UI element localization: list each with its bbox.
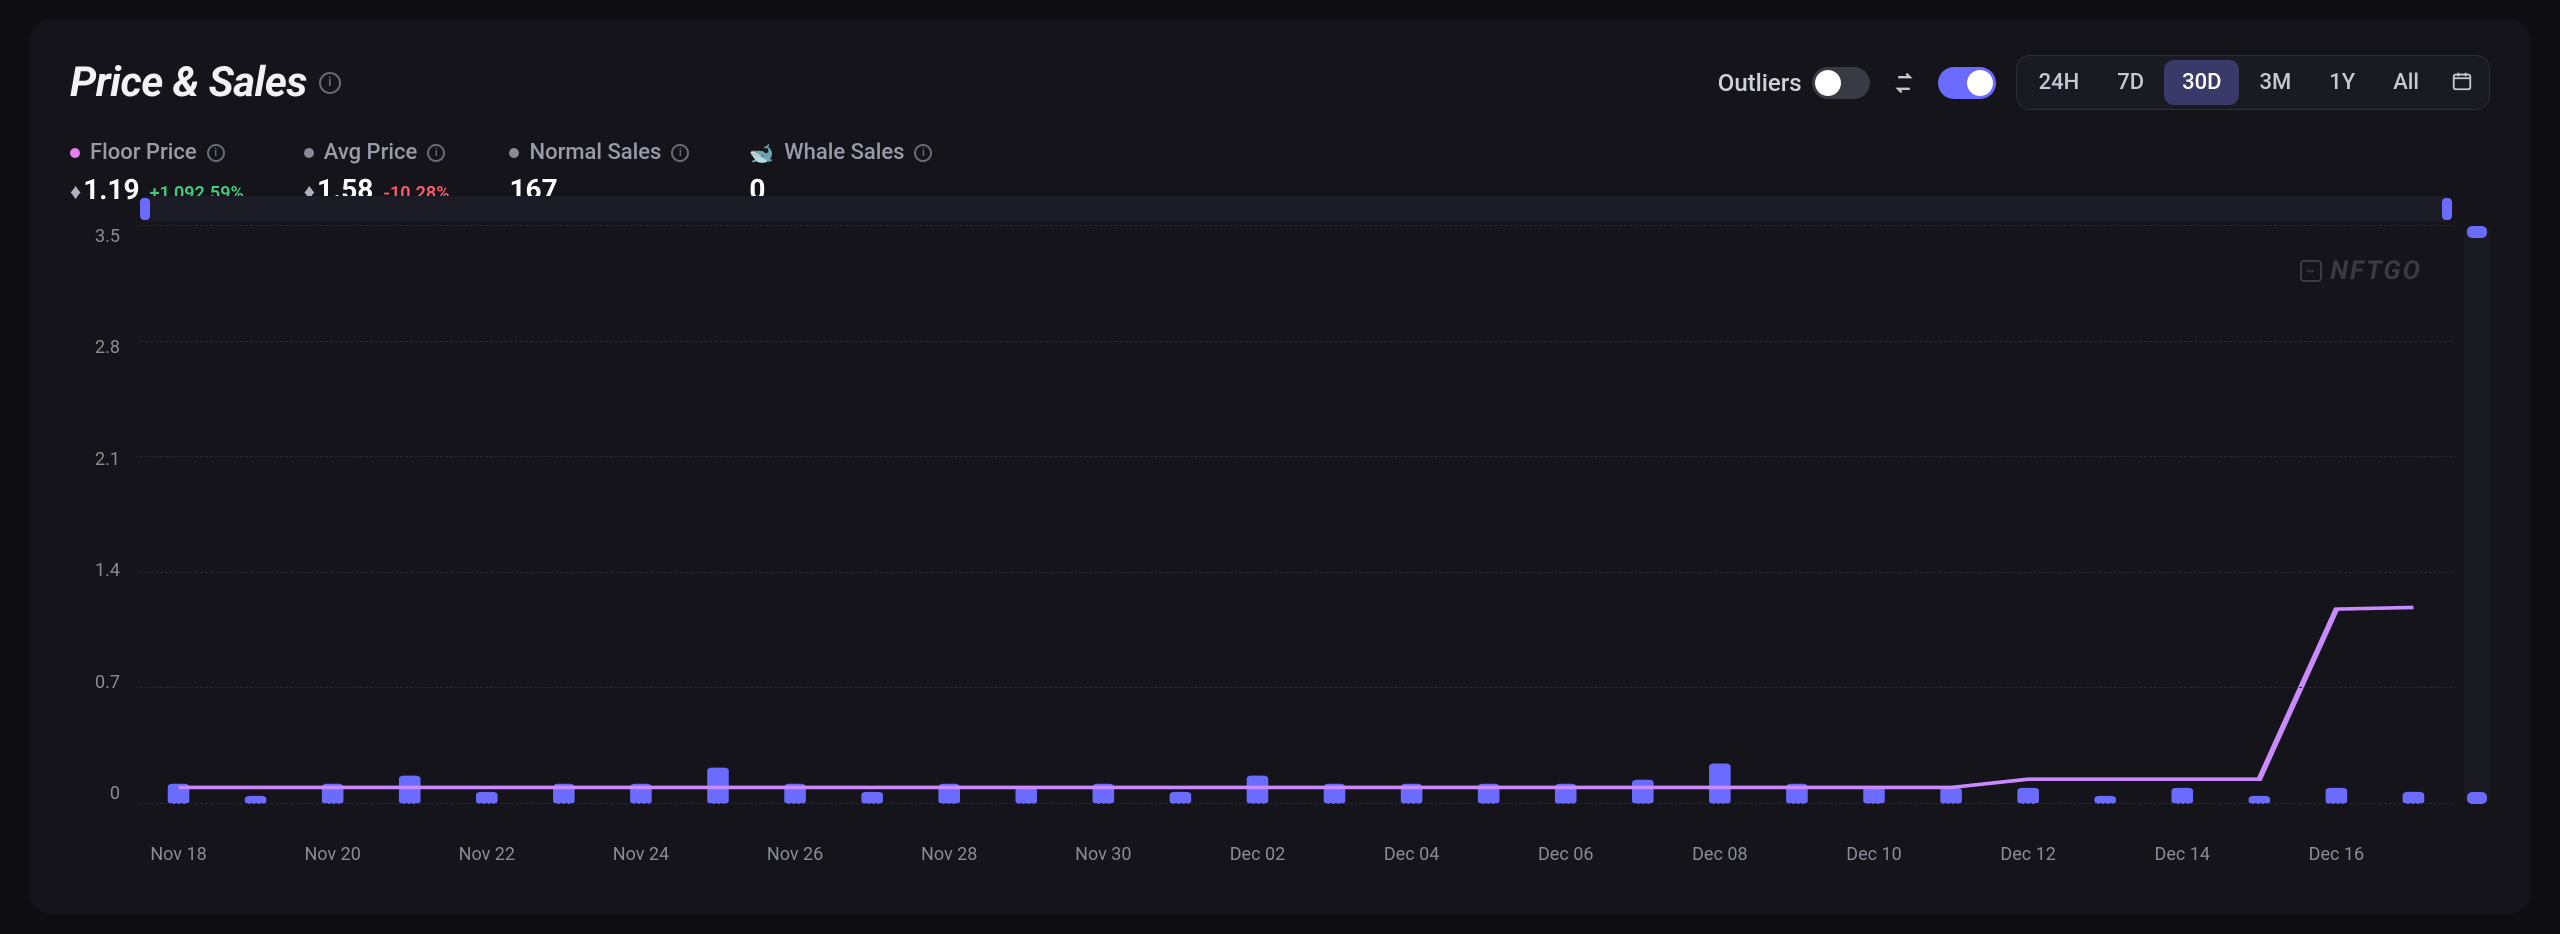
x-tick: Nov 28	[921, 844, 977, 865]
range-all[interactable]: All	[2375, 60, 2437, 105]
y-tick: 0.7	[95, 672, 120, 693]
whale-icon: 🐋	[749, 141, 774, 165]
watermark-text: NFTGO	[2330, 256, 2422, 286]
x-tick: Nov 20	[304, 844, 360, 865]
vscroll-thumb-top[interactable]	[2467, 226, 2487, 238]
x-tick: Nov 26	[767, 844, 823, 865]
range-24h[interactable]: 24H	[2021, 60, 2098, 105]
watermark-icon: ~	[2300, 260, 2322, 282]
panel-header: Price & Sales i Outliers 24H 7D 30D 3M 1…	[70, 55, 2490, 110]
panel-controls: Outliers 24H 7D 30D 3M 1Y All	[1718, 55, 2490, 110]
avg-price-dot-icon	[304, 148, 314, 158]
watermark: ~ NFTGO	[2300, 256, 2422, 286]
y-tick: 2.1	[95, 449, 120, 470]
x-tick: Nov 18	[150, 844, 206, 865]
info-icon[interactable]: i	[319, 72, 341, 94]
y-tick: 0	[110, 783, 120, 804]
x-tick: Dec 12	[2000, 844, 2055, 865]
outliers-label: Outliers	[1718, 69, 1802, 97]
outliers-toggle[interactable]	[1812, 67, 1870, 99]
time-scrollbar[interactable]	[140, 196, 2452, 222]
calendar-icon[interactable]	[2439, 62, 2485, 104]
range-1y[interactable]: 1Y	[2311, 60, 2373, 105]
floor-price-value: 1.19	[83, 173, 139, 206]
eth-icon: ♦	[70, 180, 81, 205]
floor-price-dot-icon	[70, 148, 80, 158]
chart-mode-toggle[interactable]	[1938, 67, 1996, 99]
chart-plot[interactable]: ~ NFTGO	[140, 226, 2452, 804]
x-tick: Dec 14	[2155, 844, 2210, 865]
vscroll-thumb-bottom[interactable]	[2467, 792, 2487, 804]
y-tick: 2.8	[95, 337, 120, 358]
panel-title: Price & Sales	[70, 58, 307, 107]
x-tick: Nov 24	[613, 844, 669, 865]
chart-area: 3.5 2.8 2.1 1.4 0.7 0 ~ NFTGO Nov 18 Nov 20 Nov…	[70, 226, 2490, 884]
time-range-group: 24H 7D 30D 3M 1Y All	[2016, 55, 2490, 110]
y-axis: 3.5 2.8 2.1 1.4 0.7 0	[70, 226, 130, 804]
price-sales-panel: Price & Sales i Outliers 24H 7D 30D 3M 1…	[30, 20, 2530, 914]
y-tick: 1.4	[95, 560, 120, 581]
y-tick: 3.5	[95, 226, 120, 247]
normal-sales-label: Normal Sales	[529, 140, 661, 165]
whale-sales-label: Whale Sales	[784, 140, 904, 165]
x-tick: Dec 04	[1384, 844, 1439, 865]
scrollbar-handle-left[interactable]	[140, 198, 150, 220]
info-icon[interactable]: i	[207, 144, 225, 162]
vertical-scrollbar[interactable]	[2464, 226, 2490, 804]
x-tick: Nov 30	[1075, 844, 1131, 865]
x-tick: Dec 16	[2309, 844, 2364, 865]
title-wrap: Price & Sales i	[70, 58, 341, 107]
range-3m[interactable]: 3M	[2241, 60, 2309, 105]
range-7d[interactable]: 7D	[2099, 60, 2162, 105]
x-tick: Dec 06	[1538, 844, 1593, 865]
x-tick: Dec 02	[1230, 844, 1285, 865]
x-tick: Nov 22	[459, 844, 515, 865]
info-icon[interactable]: i	[914, 144, 932, 162]
scrollbar-handle-right[interactable]	[2442, 198, 2452, 220]
x-tick: Dec 10	[1846, 844, 1901, 865]
outliers-control: Outliers	[1718, 67, 1870, 99]
info-icon[interactable]: i	[671, 144, 689, 162]
swap-icon[interactable]	[1890, 69, 1918, 97]
avg-price-label: Avg Price	[324, 140, 417, 165]
info-icon[interactable]: i	[427, 144, 445, 162]
normal-sales-dot-icon	[509, 148, 519, 158]
range-30d[interactable]: 30D	[2164, 60, 2239, 105]
chart-main: 3.5 2.8 2.1 1.4 0.7 0 ~ NFTGO Nov 18 Nov 20 Nov…	[70, 226, 2452, 884]
floor-price-label: Floor Price	[90, 140, 197, 165]
x-tick: Dec 08	[1692, 844, 1747, 865]
